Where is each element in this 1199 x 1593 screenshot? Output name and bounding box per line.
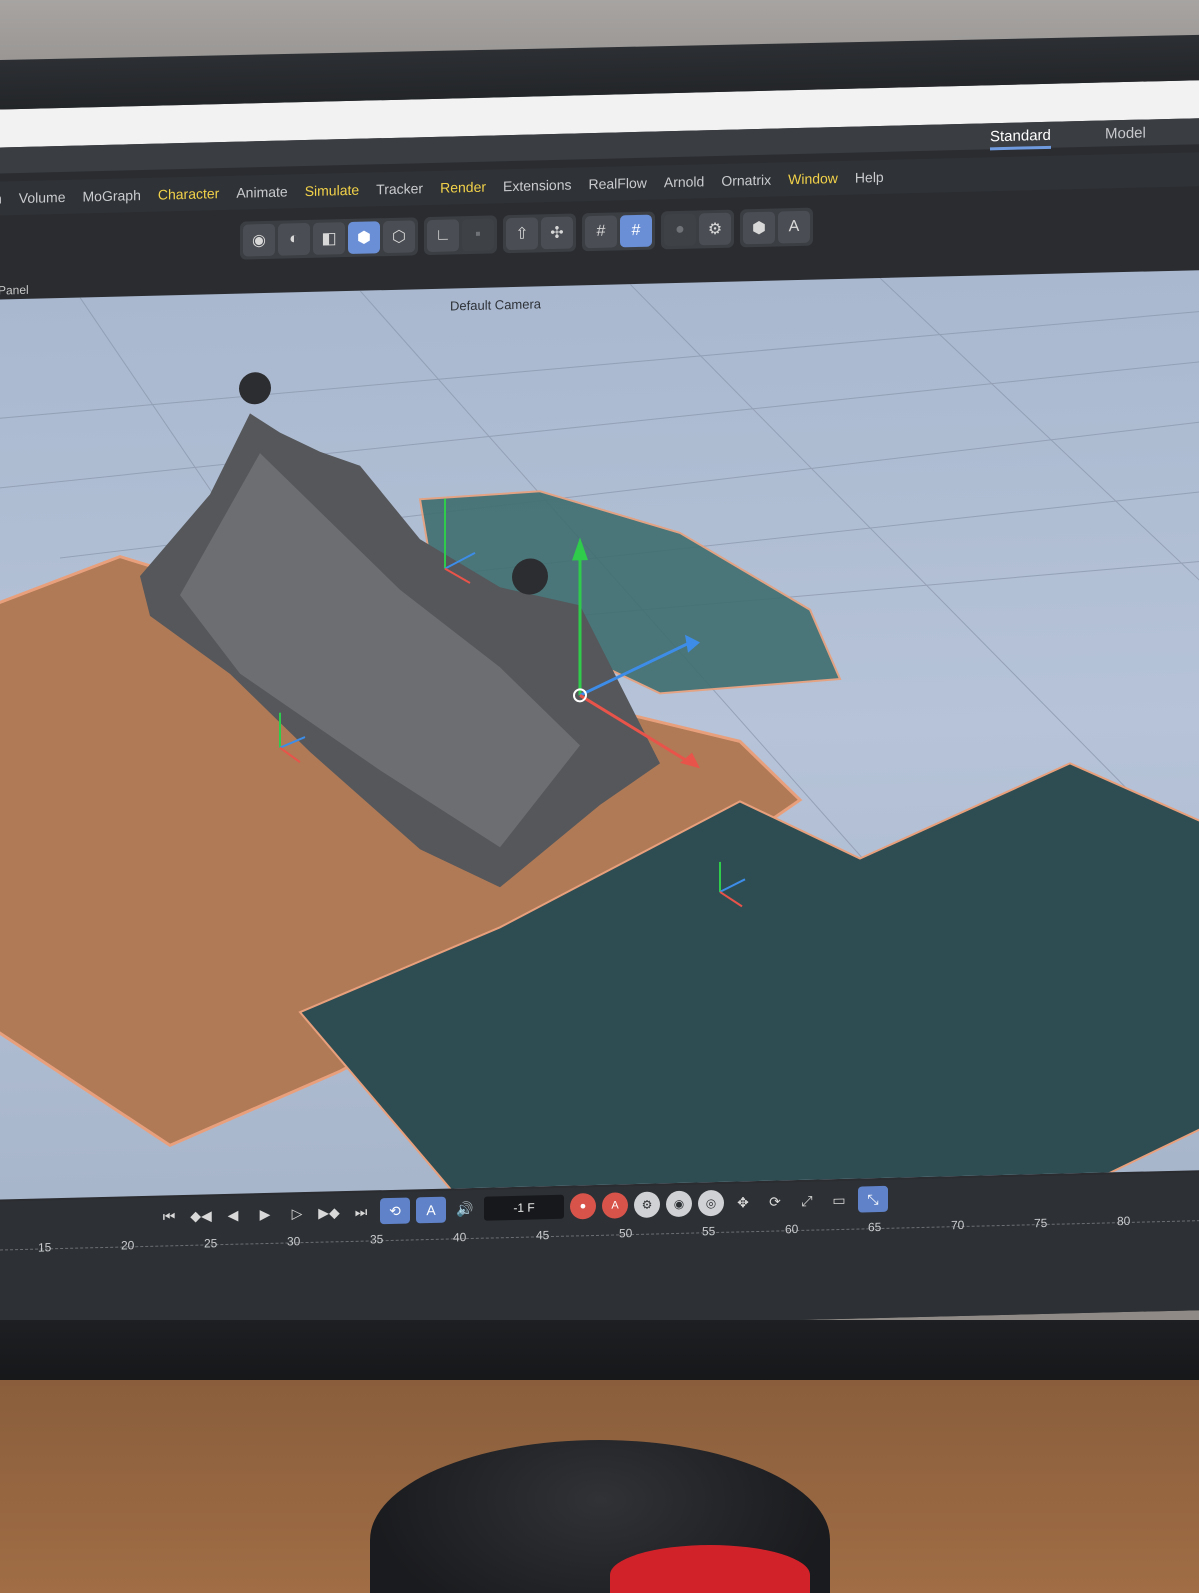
timeline-tick: 65 — [868, 1219, 882, 1235]
floating-rock — [239, 372, 271, 405]
timeline-tick: 70 — [951, 1217, 965, 1233]
menu-item-arnold[interactable]: Arnold — [664, 173, 704, 190]
camera-label[interactable]: Default Camera — [450, 296, 541, 313]
menu-item-mograph[interactable]: MoGraph — [83, 187, 141, 204]
edges-mode-icon[interactable]: ◐ — [278, 222, 310, 256]
menu-item-h[interactable]: h — [0, 190, 2, 206]
toolbar: ◉ ◐ ◧ ⬢ ⬡ ∟ ▪ ⇧ ✣ # # ● ⚙ ⬢ A — [240, 206, 813, 262]
previous-key-icon[interactable]: ◆◀ — [188, 1202, 214, 1229]
3d-viewport[interactable] — [0, 269, 1199, 1200]
current-frame-field[interactable]: -1 F — [484, 1194, 564, 1221]
toolbar-group-5: ⬢ A — [740, 207, 813, 248]
tab-model-layout[interactable]: Model — [1105, 125, 1146, 143]
record-icon[interactable]: ● — [570, 1192, 596, 1220]
timeline-tick: 60 — [785, 1221, 799, 1237]
toolbar-group-4: ● ⚙ — [661, 209, 734, 250]
toolbar-group-3: # # — [582, 211, 655, 252]
keyframe-settings-icon[interactable]: ⚙ — [634, 1191, 660, 1219]
keyframe-selection-icon[interactable]: ◉ — [666, 1190, 692, 1218]
menu-item-ornatrix[interactable]: Ornatrix — [721, 172, 771, 189]
menu-item-realflow[interactable]: RealFlow — [589, 175, 647, 192]
loop-icon[interactable]: ⟲ — [380, 1197, 410, 1225]
polygons-mode-icon[interactable]: ◧ — [313, 222, 345, 255]
menu-item-volume[interactable]: Volume — [19, 189, 66, 206]
object-manager-icon[interactable]: ⬢ — [743, 211, 775, 245]
previous-frame-icon[interactable]: ◀ — [220, 1201, 246, 1228]
workplane-icon[interactable]: # — [585, 215, 617, 249]
param-key-icon[interactable]: ▭ — [826, 1187, 852, 1214]
menu-item-animate[interactable]: Animate — [236, 183, 287, 200]
point-level-anim-icon[interactable]: ⤡ — [858, 1185, 888, 1213]
timeline-tick: 40 — [453, 1230, 467, 1245]
model-mode-icon[interactable]: ⬢ — [348, 221, 380, 255]
go-to-start-icon[interactable]: ⏮ — [156, 1203, 182, 1230]
sound-icon[interactable]: 🔊 — [452, 1196, 478, 1223]
panel-label: Panel — [0, 282, 29, 298]
timeline-tick: 25 — [204, 1236, 218, 1251]
timeline-tick: 75 — [1034, 1215, 1048, 1231]
toolbar-group-1: ∟ ▪ — [424, 215, 497, 256]
timeline-tick: 45 — [536, 1228, 550, 1243]
points-mode-icon[interactable]: ◉ — [243, 223, 275, 257]
timeline-tick: 80 — [1117, 1213, 1131, 1229]
go-to-end-icon[interactable]: ⏭ — [348, 1198, 374, 1225]
render-region-icon[interactable]: ● — [664, 213, 696, 247]
menu-item-window[interactable]: Window — [788, 170, 838, 187]
move-key-icon[interactable]: ✥ — [730, 1189, 756, 1216]
solo-icon[interactable]: ▪ — [462, 218, 494, 252]
timeline-tick: 55 — [702, 1224, 716, 1239]
next-frame-icon[interactable]: ▷ — [284, 1200, 310, 1227]
toolbar-group-0: ◉ ◐ ◧ ⬢ ⬡ — [240, 217, 418, 260]
timeline-tick: 15 — [38, 1240, 52, 1255]
menu-item-help[interactable]: Help — [855, 169, 884, 186]
playback-mode-icon[interactable]: A — [416, 1196, 446, 1224]
tab-standard-layout[interactable]: Standard — [990, 126, 1051, 151]
scale-key-icon[interactable]: ⤢ — [794, 1187, 820, 1214]
viewport-scene — [0, 277, 1199, 1200]
enable-snap-icon[interactable]: ⇧ — [506, 217, 538, 251]
timeline-tick: 50 — [619, 1226, 633, 1241]
menu-item-tracker[interactable]: Tracker — [376, 180, 423, 197]
render-settings-icon[interactable]: ⚙ — [699, 212, 731, 246]
snap-settings-icon[interactable]: ✣ — [541, 216, 573, 250]
timeline-tick: 30 — [287, 1234, 301, 1249]
grid-snap-icon[interactable]: # — [620, 214, 652, 248]
autokey-icon[interactable]: A — [602, 1192, 628, 1219]
menu-item-extensions[interactable]: Extensions — [503, 177, 571, 195]
screen: Standard Model h Volume MoGraph Character An… — [0, 79, 1199, 1340]
rotate-key-icon[interactable]: ⟳ — [762, 1188, 788, 1215]
axis-mode-icon[interactable]: ∟ — [427, 219, 459, 253]
menu-item-render[interactable]: Render — [440, 179, 486, 196]
menu-item-character[interactable]: Character — [158, 185, 219, 203]
play-icon[interactable]: ▶ — [252, 1201, 278, 1228]
next-key-icon[interactable]: ▶◆ — [316, 1199, 342, 1226]
arnold-icon[interactable]: A — [778, 210, 810, 244]
menu-item-simulate[interactable]: Simulate — [305, 182, 359, 199]
timeline-tick: 35 — [370, 1232, 384, 1247]
motion-clip-icon[interactable]: ◎ — [698, 1189, 724, 1217]
texture-mode-icon[interactable]: ⬡ — [383, 220, 415, 254]
toolbar-group-2: ⇧ ✣ — [503, 213, 576, 254]
timeline-tick: 20 — [121, 1238, 135, 1253]
